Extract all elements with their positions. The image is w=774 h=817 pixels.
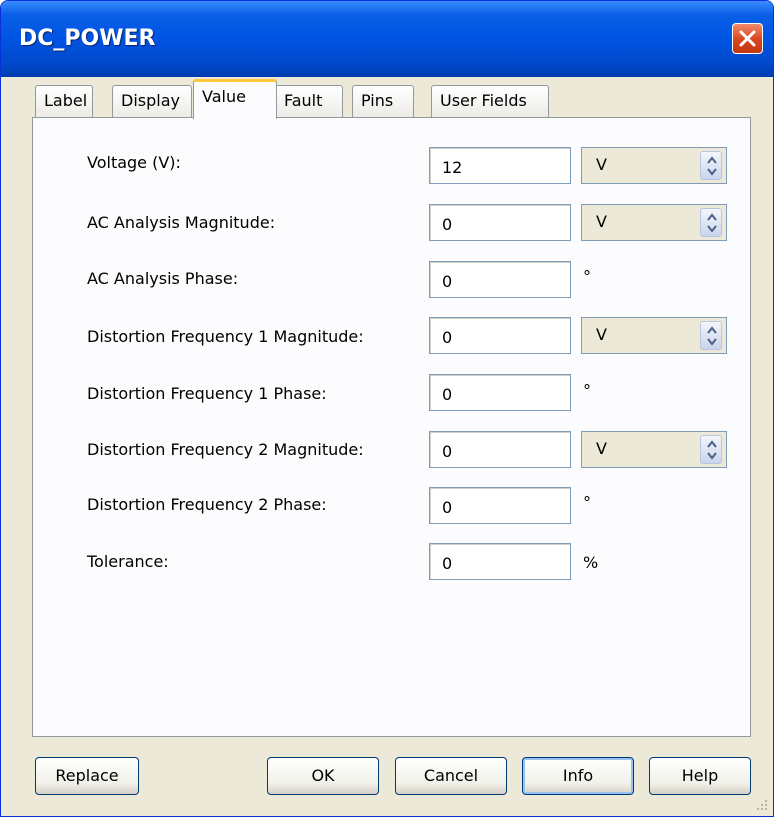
spin-buttons[interactable]: [700, 435, 722, 464]
tolerance-label: Tolerance:: [87, 552, 169, 571]
close-icon: [739, 30, 756, 47]
unit-value: V: [596, 439, 607, 458]
df2-magnitude-input[interactable]: 0: [429, 431, 571, 468]
spin-buttons[interactable]: [700, 321, 722, 350]
tab-pins[interactable]: Pins: [352, 85, 414, 117]
ac-magnitude-label: AC Analysis Magnitude:: [87, 213, 276, 232]
ok-button[interactable]: OK: [267, 757, 379, 795]
window-title: DC_POWER: [19, 26, 156, 51]
spin-buttons[interactable]: [700, 151, 722, 180]
df1-magnitude-label: Distortion Frequency 1 Magnitude:: [87, 327, 364, 346]
voltage-input[interactable]: 12: [429, 147, 571, 184]
df2-phase-label: Distortion Frequency 2 Phase:: [87, 495, 327, 514]
resize-grip-icon[interactable]: [755, 798, 769, 812]
tab-display[interactable]: Display: [112, 85, 192, 117]
up-down-arrow-icon: [707, 326, 717, 346]
unit-value: V: [596, 155, 607, 174]
degree-symbol: °: [583, 381, 591, 400]
percent-symbol: %: [583, 553, 599, 572]
df1-magnitude-unit-spinner[interactable]: V: [581, 317, 727, 354]
tolerance-input[interactable]: 0: [429, 543, 571, 580]
tab-fault[interactable]: Fault: [275, 85, 343, 117]
title-bar[interactable]: DC_POWER: [1, 1, 773, 77]
unit-value: V: [596, 325, 607, 344]
df2-magnitude-label: Distortion Frequency 2 Magnitude:: [87, 440, 364, 459]
voltage-label: Voltage (V):: [87, 153, 181, 172]
degree-symbol: °: [583, 493, 591, 512]
info-button[interactable]: Info: [522, 757, 634, 795]
up-down-arrow-icon: [707, 156, 717, 176]
help-button[interactable]: Help: [649, 757, 751, 795]
voltage-unit-spinner[interactable]: V: [581, 147, 727, 184]
ac-magnitude-input[interactable]: 0: [429, 204, 571, 241]
close-button[interactable]: [732, 23, 763, 54]
df2-phase-input[interactable]: 0: [429, 487, 571, 524]
spin-buttons[interactable]: [700, 208, 722, 237]
df2-magnitude-unit-spinner[interactable]: V: [581, 431, 727, 468]
degree-symbol: °: [583, 267, 591, 286]
ac-phase-label: AC Analysis Phase:: [87, 269, 239, 288]
ac-magnitude-unit-spinner[interactable]: V: [581, 204, 727, 241]
up-down-arrow-icon: [707, 213, 717, 233]
df1-phase-label: Distortion Frequency 1 Phase:: [87, 384, 327, 403]
unit-value: V: [596, 212, 607, 231]
tab-label[interactable]: Label: [35, 85, 93, 117]
cancel-button[interactable]: Cancel: [395, 757, 507, 795]
ac-phase-input[interactable]: 0: [429, 261, 571, 298]
replace-button[interactable]: Replace: [35, 757, 139, 795]
tab-user-fields[interactable]: User Fields: [431, 85, 549, 117]
df1-magnitude-input[interactable]: 0: [429, 317, 571, 354]
dialog-window: DC_POWER Label Display Value Fault Pins …: [0, 0, 774, 817]
tab-value[interactable]: Value: [193, 79, 277, 119]
up-down-arrow-icon: [707, 440, 717, 460]
df1-phase-input[interactable]: 0: [429, 374, 571, 411]
